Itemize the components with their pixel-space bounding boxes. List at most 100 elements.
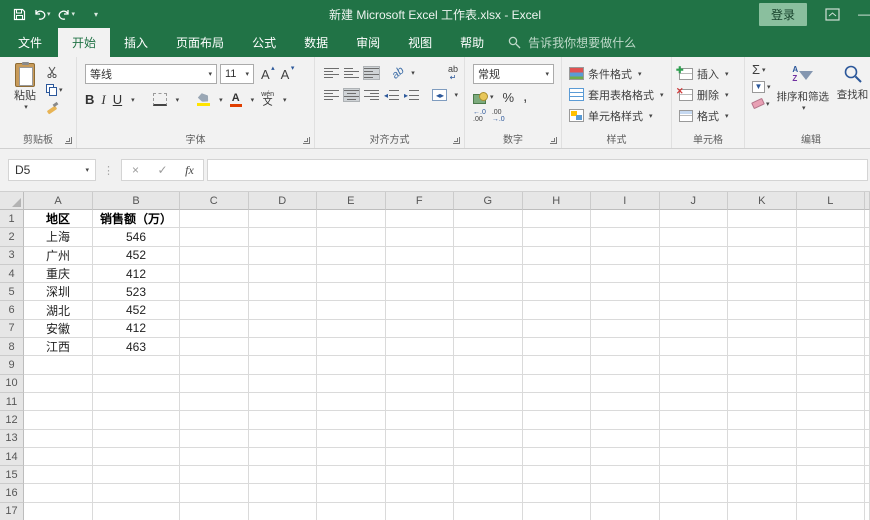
cell-K4[interactable] <box>728 265 797 283</box>
cell-A1[interactable]: 地区 <box>24 210 93 228</box>
cell-C5[interactable] <box>180 283 249 301</box>
cell-J13[interactable] <box>660 430 729 448</box>
cell-L15[interactable] <box>797 466 866 484</box>
cell-M5[interactable] <box>865 283 870 301</box>
cell-H15[interactable] <box>523 466 592 484</box>
cell-F14[interactable] <box>386 448 455 466</box>
cell-L16[interactable] <box>797 484 866 502</box>
cell-C3[interactable] <box>180 247 249 265</box>
cell-D2[interactable] <box>249 228 318 246</box>
cell-J10[interactable] <box>660 375 729 393</box>
cell-K15[interactable] <box>728 466 797 484</box>
cell-F13[interactable] <box>386 430 455 448</box>
cell-C6[interactable] <box>180 301 249 319</box>
enter-icon[interactable]: ✓ <box>149 163 176 177</box>
cell-F15[interactable] <box>386 466 455 484</box>
cancel-icon[interactable]: × <box>122 163 149 177</box>
row-header-2[interactable]: 2 <box>0 228 24 246</box>
cell-E12[interactable] <box>317 411 386 429</box>
cell-A15[interactable] <box>24 466 93 484</box>
formula-bar-resize-handle[interactable]: ⋮ <box>103 164 114 177</box>
font-color-button[interactable]: A <box>230 93 242 107</box>
cell-K8[interactable] <box>728 338 797 356</box>
merge-center-icon[interactable]: ◂▸ <box>432 89 447 101</box>
cell-D3[interactable] <box>249 247 318 265</box>
cell-M9[interactable] <box>865 356 870 374</box>
row-header-5[interactable]: 5 <box>0 283 24 301</box>
cell-E17[interactable] <box>317 503 386 520</box>
name-box[interactable]: D5 ▾ <box>8 159 96 181</box>
cell-J4[interactable] <box>660 265 729 283</box>
cell-H4[interactable] <box>523 265 592 283</box>
cell-E7[interactable] <box>317 320 386 338</box>
row-header-16[interactable]: 16 <box>0 484 24 502</box>
cell-M12[interactable] <box>865 411 870 429</box>
cell-B17[interactable] <box>93 503 180 520</box>
cell-E11[interactable] <box>317 393 386 411</box>
row-header-12[interactable]: 12 <box>0 411 24 429</box>
cell-D1[interactable] <box>249 210 318 228</box>
row-header-1[interactable]: 1 <box>0 210 24 228</box>
cell-I7[interactable] <box>591 320 660 338</box>
cell-L12[interactable] <box>797 411 866 429</box>
cell-M1[interactable] <box>865 210 870 228</box>
cell-E2[interactable] <box>317 228 386 246</box>
cell-G14[interactable] <box>454 448 523 466</box>
minimize-button[interactable]: — <box>858 7 870 21</box>
cell-I11[interactable] <box>591 393 660 411</box>
cell-G3[interactable] <box>454 247 523 265</box>
cell-C14[interactable] <box>180 448 249 466</box>
cell-B14[interactable] <box>93 448 180 466</box>
cell-F1[interactable] <box>386 210 455 228</box>
insert-cells-button[interactable]: ✚ 插入 ▾ <box>679 63 740 84</box>
redo-button[interactable]: ▾ <box>55 3 79 25</box>
cell-K17[interactable] <box>728 503 797 520</box>
row-header-9[interactable]: 9 <box>0 356 24 374</box>
cell-I16[interactable] <box>591 484 660 502</box>
cell-M15[interactable] <box>865 466 870 484</box>
cell-B16[interactable] <box>93 484 180 502</box>
cell-E9[interactable] <box>317 356 386 374</box>
cell-C13[interactable] <box>180 430 249 448</box>
cell-H16[interactable] <box>523 484 592 502</box>
ribbon-display-options-button[interactable] <box>825 8 840 21</box>
paste-dropdown-icon[interactable]: ▾ <box>24 103 28 111</box>
cell-E13[interactable] <box>317 430 386 448</box>
cell-E3[interactable] <box>317 247 386 265</box>
cell-J15[interactable] <box>660 466 729 484</box>
row-header-15[interactable]: 15 <box>0 466 24 484</box>
column-header-L[interactable]: L <box>797 192 866 210</box>
font-dialog-launcher[interactable] <box>303 137 310 144</box>
row-header-14[interactable]: 14 <box>0 448 24 466</box>
cell-D12[interactable] <box>249 411 318 429</box>
cell-G17[interactable] <box>454 503 523 520</box>
cell-G16[interactable] <box>454 484 523 502</box>
cell-H6[interactable] <box>523 301 592 319</box>
cell-D13[interactable] <box>249 430 318 448</box>
cell-J5[interactable] <box>660 283 729 301</box>
cell-B12[interactable] <box>93 411 180 429</box>
column-header-G[interactable]: G <box>454 192 523 210</box>
cell-B2[interactable]: 546 <box>93 228 180 246</box>
align-center-icon[interactable] <box>344 89 359 101</box>
format-as-table-button[interactable]: 套用表格格式 ▾ <box>569 84 667 105</box>
cell-L6[interactable] <box>797 301 866 319</box>
row-header-3[interactable]: 3 <box>0 247 24 265</box>
cell-B4[interactable]: 412 <box>93 265 180 283</box>
align-top-icon[interactable] <box>324 67 339 79</box>
cell-C4[interactable] <box>180 265 249 283</box>
cell-A14[interactable] <box>24 448 93 466</box>
increase-indent-icon[interactable]: ▸ <box>404 89 419 101</box>
clear-button[interactable]: ▾ <box>752 96 771 111</box>
bold-button[interactable]: B <box>85 92 94 107</box>
cell-D4[interactable] <box>249 265 318 283</box>
row-header-10[interactable]: 10 <box>0 375 24 393</box>
row-header-11[interactable]: 11 <box>0 393 24 411</box>
tab-插入[interactable]: 插入 <box>110 28 162 57</box>
cell-A7[interactable]: 安徽 <box>24 320 93 338</box>
cell-D16[interactable] <box>249 484 318 502</box>
cell-M7[interactable] <box>865 320 870 338</box>
column-header-F[interactable]: F <box>386 192 455 210</box>
cell-I6[interactable] <box>591 301 660 319</box>
cell-I13[interactable] <box>591 430 660 448</box>
